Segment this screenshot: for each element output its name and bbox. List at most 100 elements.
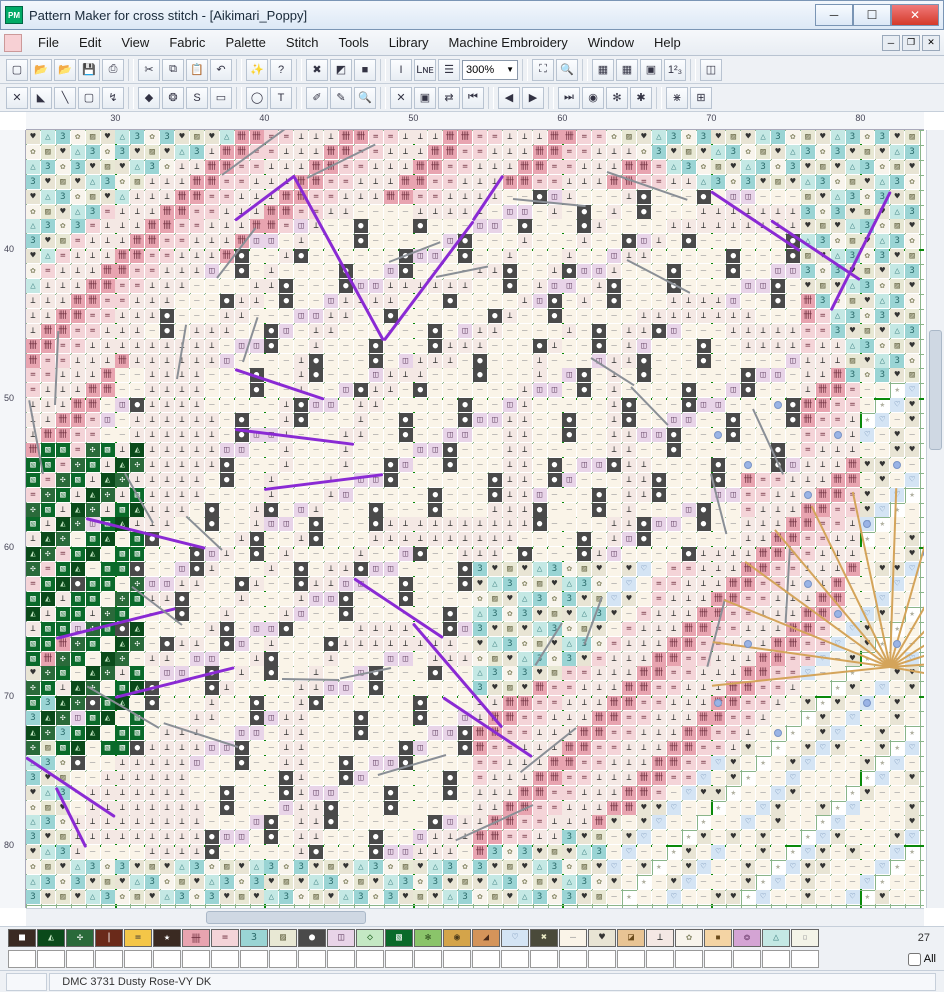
palette-swatch-4[interactable]: = (124, 929, 152, 947)
zoom-button[interactable]: 🔍 (354, 87, 376, 109)
undo-button[interactable]: ↶ (210, 59, 232, 81)
palette-slot-17[interactable] (501, 950, 529, 968)
menu-fabric[interactable]: Fabric (159, 31, 215, 54)
palette-swatch-16[interactable]: ◢ (472, 929, 500, 947)
palette-slot-4[interactable] (124, 950, 152, 968)
palette-swatch-6[interactable]: 卌 (182, 929, 210, 947)
palette-slot-12[interactable] (356, 950, 384, 968)
color-fill-button[interactable]: ■ (354, 59, 376, 81)
palette-swatch-8[interactable]: 3 (240, 929, 268, 947)
toggle-square-button[interactable]: ◩ (330, 59, 352, 81)
hscroll-thumb[interactable] (206, 911, 366, 924)
save-button[interactable]: 💾 (78, 59, 100, 81)
toggle-x-button[interactable]: ✖ (306, 59, 328, 81)
s3-button[interactable]: ✱ (630, 87, 652, 109)
menu-library[interactable]: Library (379, 31, 439, 54)
palette-slot-1[interactable] (37, 950, 65, 968)
menu-edit[interactable]: Edit (69, 31, 111, 54)
help-button[interactable]: ? (270, 59, 292, 81)
palette-swatch-24[interactable]: ▪ (704, 929, 732, 947)
zoom-sel-button[interactable]: 🔍 (556, 59, 578, 81)
palette-swatch-5[interactable]: ★ (153, 929, 181, 947)
print-button[interactable]: ⎙ (102, 59, 124, 81)
s1-button[interactable]: ◉ (582, 87, 604, 109)
motif-button[interactable]: ❂ (162, 87, 184, 109)
palette-swatch-27[interactable]: ▫ (791, 929, 819, 947)
horizontal-scrollbar[interactable] (26, 908, 924, 926)
mdi-minimize[interactable]: ─ (882, 35, 900, 51)
palette-slot-25[interactable] (733, 950, 761, 968)
s4-button[interactable]: ⋇ (666, 87, 688, 109)
bold-grid-button[interactable]: ▦ (616, 59, 638, 81)
zoom-dropdown[interactable]: 300%▼ (462, 60, 518, 80)
vertical-scrollbar[interactable] (926, 130, 944, 908)
palette-swatch-17[interactable]: ♡ (501, 929, 529, 947)
palette-slot-21[interactable] (617, 950, 645, 968)
palette-swatch-1[interactable]: ◭ (37, 929, 65, 947)
grid-button[interactable]: ▦ (592, 59, 614, 81)
palette-swatch-25[interactable]: ❂ (733, 929, 761, 947)
palette-slot-0[interactable] (8, 950, 36, 968)
menu-window[interactable]: Window (578, 31, 644, 54)
palette-swatch-23[interactable]: ✿ (675, 929, 703, 947)
close-button[interactable]: ✕ (891, 4, 939, 26)
text-tool-button[interactable]: ☰ (438, 59, 460, 81)
menu-tools[interactable]: Tools (328, 31, 378, 54)
palette-swatch-12[interactable]: ◇ (356, 929, 384, 947)
eyedrop-button[interactable]: ✎ (330, 87, 352, 109)
wizard-button[interactable]: ✨ (246, 59, 268, 81)
palette-swatch-14[interactable]: ✻ (414, 929, 442, 947)
palette-slot-23[interactable] (675, 950, 703, 968)
select-ellipse-button[interactable]: ◯ (246, 87, 268, 109)
mdi-close[interactable]: ✕ (922, 35, 940, 51)
sel-move-button[interactable]: ▣ (414, 87, 436, 109)
palette-slot-8[interactable] (240, 950, 268, 968)
palette-swatch-15[interactable]: ◉ (443, 929, 471, 947)
open2-button[interactable]: 📂 (54, 59, 76, 81)
erase-button[interactable]: ✐ (306, 87, 328, 109)
line-button[interactable]: Lɴᴇ (414, 59, 436, 81)
palette-slot-22[interactable] (646, 950, 674, 968)
s2-button[interactable]: ✻ (606, 87, 628, 109)
palette-slot-19[interactable] (559, 950, 587, 968)
palette-swatch-3[interactable]: | (95, 929, 123, 947)
new-button[interactable]: ▢ (6, 59, 28, 81)
palette-swatch-13[interactable]: ▧ (385, 929, 413, 947)
next-button[interactable]: ▶ (522, 87, 544, 109)
pattern-canvas[interactable]: ♥△3✿▨♥△3✿3♥▨♥△卌卌==⊥⊥⊥卌卌==⊥⊥⊥卌卌==⊥⊥⊥卌卌==✿… (26, 130, 924, 908)
menu-palette[interactable]: Palette (215, 31, 275, 54)
menu-stitch[interactable]: Stitch (276, 31, 329, 54)
palette-swatch-19[interactable]: – (559, 929, 587, 947)
palette-slot-11[interactable] (327, 950, 355, 968)
palette-slot-16[interactable] (472, 950, 500, 968)
back-button[interactable]: ▢ (78, 87, 100, 109)
fit-all-button[interactable]: ⛶ (532, 59, 554, 81)
open-button[interactable]: 📂 (30, 59, 52, 81)
palette-swatch-11[interactable]: ◫ (327, 929, 355, 947)
palette-slot-2[interactable] (66, 950, 94, 968)
last-button[interactable]: ⏭ (558, 87, 580, 109)
count-button[interactable]: 1²₃ (664, 59, 686, 81)
cross-del-button[interactable]: ✕ (390, 87, 412, 109)
palette-slot-9[interactable] (269, 950, 297, 968)
menu-view[interactable]: View (111, 31, 159, 54)
palette-swatch-20[interactable]: ♥ (588, 929, 616, 947)
maximize-button[interactable]: ☐ (853, 4, 891, 26)
quarter-button[interactable]: ╲ (54, 87, 76, 109)
palette-slot-3[interactable] (95, 950, 123, 968)
palette-slot-6[interactable] (182, 950, 210, 968)
palette-swatch-18[interactable]: ✖ (530, 929, 558, 947)
palette-swatch-2[interactable]: ✣ (66, 929, 94, 947)
menu-machine-embroidery[interactable]: Machine Embroidery (439, 31, 578, 54)
palette-slot-14[interactable] (414, 950, 442, 968)
s-stitch-button[interactable]: S (186, 87, 208, 109)
bead-button[interactable]: ◆ (138, 87, 160, 109)
vscroll-thumb[interactable] (929, 330, 942, 450)
palette-swatch-0[interactable]: ■ (8, 929, 36, 947)
full-x-button[interactable]: ✕ (6, 87, 28, 109)
more-button[interactable]: ◫ (700, 59, 722, 81)
palette-slot-20[interactable] (588, 950, 616, 968)
paste-button[interactable]: 📋 (186, 59, 208, 81)
palette-swatch-22[interactable]: ⊥ (646, 929, 674, 947)
mdi-restore[interactable]: ❐ (902, 35, 920, 51)
